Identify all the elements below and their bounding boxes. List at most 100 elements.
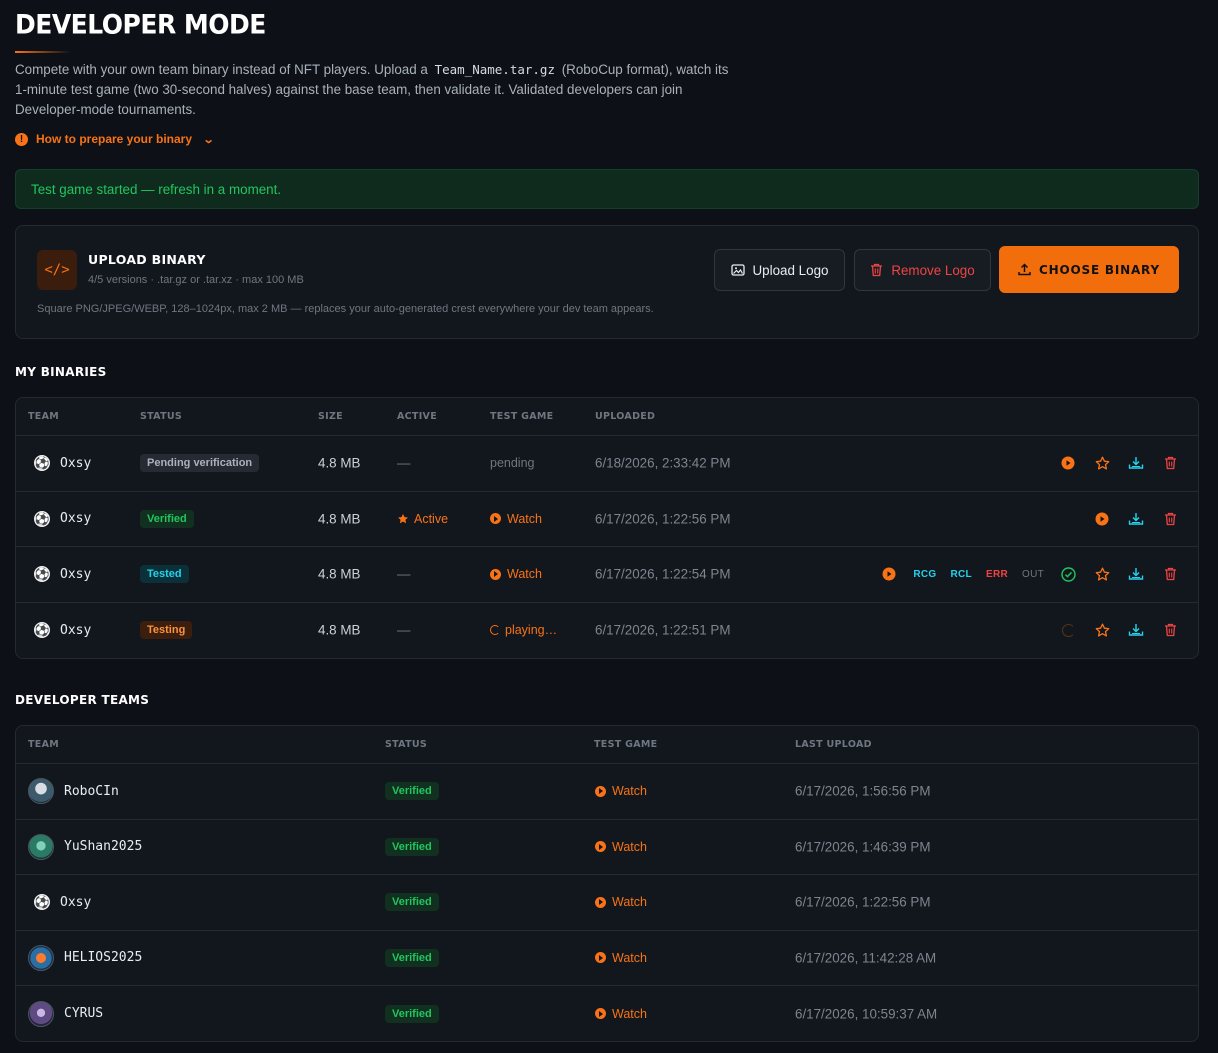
- play-circle-icon: [882, 567, 896, 581]
- playing-label: playing…: [505, 623, 558, 638]
- upload-logo-hint: Square PNG/JPEG/WEBP, 128–1024px, max 2 …: [37, 303, 654, 315]
- rcg-log-link[interactable]: RCG: [913, 569, 936, 580]
- last-upload-cell: 6/17/2026, 10:59:37 AM: [795, 1006, 938, 1022]
- team-name: Oxsy: [60, 566, 92, 582]
- status-cell: Testing: [140, 621, 193, 640]
- check-circle-icon: [1060, 567, 1076, 582]
- download-icon: [1128, 457, 1144, 469]
- set-active-button[interactable]: [1092, 620, 1112, 640]
- set-active-button[interactable]: [1092, 453, 1112, 473]
- watch-label: Watch: [507, 567, 542, 582]
- play-icon: [490, 568, 501, 580]
- row-actions: [1058, 453, 1180, 473]
- last-upload-cell: 6/17/2026, 1:46:39 PM: [795, 839, 931, 855]
- test-game-cell: pending: [490, 456, 535, 471]
- my-binaries-table: TEAM STATUS SIZE ACTIVE TEST GAME UPLOAD…: [15, 397, 1199, 659]
- my-binaries-title: MY BINARIES: [15, 365, 107, 379]
- watch-link[interactable]: Watch: [595, 951, 647, 965]
- watch-link[interactable]: Watch: [595, 784, 647, 798]
- col-team: TEAM: [28, 411, 59, 422]
- download-icon: [1128, 624, 1144, 636]
- status-cell: Verified: [385, 1004, 439, 1023]
- status-cell: Verified: [140, 509, 194, 528]
- robocin-crest-icon: [28, 778, 54, 805]
- spinner-icon: [490, 625, 500, 636]
- active-cell: Active: [397, 512, 448, 526]
- rcl-log-link[interactable]: RCL: [951, 569, 972, 580]
- play-icon: [595, 896, 606, 908]
- play-circle-icon: [1095, 512, 1109, 526]
- team-cell: ⚽ Oxsy: [34, 510, 91, 527]
- col-uploaded: UPLOADED: [595, 411, 656, 422]
- remove-logo-button[interactable]: Remove Logo: [854, 249, 991, 291]
- banner-message: Test game started — refresh in a moment.: [31, 181, 282, 197]
- col-test-game: TEST GAME: [594, 739, 658, 750]
- watch-link[interactable]: Watch: [490, 512, 542, 526]
- status-badge: Verified: [385, 782, 439, 801]
- watch-label: Watch: [612, 1006, 647, 1021]
- watch-link[interactable]: Watch: [595, 895, 647, 909]
- test-game-cell: playing…: [490, 623, 557, 637]
- run-test-button[interactable]: [1092, 509, 1112, 529]
- row-actions: [1058, 620, 1180, 640]
- watch-link[interactable]: Watch: [595, 1007, 647, 1021]
- status-cell: Tested: [140, 565, 189, 584]
- uploaded-cell: 6/17/2026, 1:22:51 PM: [595, 622, 731, 638]
- intro-text: Compete with your own team binary instea…: [15, 60, 735, 120]
- table-row: RoboCIn Verified Watch 6/17/2026, 1:56:5…: [16, 764, 1198, 820]
- download-button[interactable]: [1126, 509, 1146, 529]
- out-log-link[interactable]: OUT: [1022, 569, 1044, 580]
- table-row: ⚽ Oxsy Testing 4.8 MB — playing… 6/17/20…: [16, 603, 1198, 659]
- intro-part-1: Compete with your own team binary instea…: [15, 62, 428, 77]
- team-name: CYRUS: [64, 1006, 104, 1022]
- remove-logo-label: Remove Logo: [891, 262, 975, 278]
- success-banner: Test game started — refresh in a moment.: [15, 169, 1199, 209]
- delete-button[interactable]: [1160, 509, 1180, 529]
- col-last-upload: LAST UPLOAD: [795, 739, 872, 750]
- run-test-button[interactable]: [879, 564, 899, 584]
- choose-binary-button[interactable]: CHOOSE BINARY: [999, 246, 1179, 293]
- status-cell: Pending verification: [140, 454, 260, 473]
- run-test-button[interactable]: [1058, 453, 1078, 473]
- watch-link[interactable]: Watch: [490, 567, 542, 581]
- status-badge: Verified: [385, 893, 439, 912]
- col-size: SIZE: [318, 411, 343, 422]
- watch-label: Watch: [612, 784, 647, 799]
- delete-button[interactable]: [1160, 564, 1180, 584]
- set-active-button[interactable]: [1092, 564, 1112, 584]
- validate-button[interactable]: [1058, 564, 1078, 584]
- table-row: ⚽ Oxsy Tested 4.8 MB — Watch 6/17/2026, …: [16, 547, 1198, 603]
- delete-button[interactable]: [1160, 620, 1180, 640]
- yushan-crest-icon: [28, 833, 54, 860]
- table-row: ⚽ Oxsy Pending verification 4.8 MB — pen…: [16, 436, 1198, 492]
- intro-filename-code: Team_Name.tar.gz: [434, 62, 555, 77]
- delete-button[interactable]: [1160, 453, 1180, 473]
- row-actions: [1092, 509, 1180, 529]
- status-cell: Verified: [385, 782, 439, 801]
- team-cell: CYRUS: [28, 1000, 104, 1027]
- last-upload-cell: 6/17/2026, 1:56:56 PM: [795, 783, 931, 799]
- play-circle-icon: [1061, 456, 1075, 470]
- table-row: HELIOS2025 Verified Watch 6/17/2026, 11:…: [16, 931, 1198, 986]
- loading-indicator: [1058, 620, 1078, 640]
- upload-title: UPLOAD BINARY: [88, 252, 206, 267]
- soccer-ball-icon: ⚽: [34, 622, 50, 639]
- how-to-prepare-toggle[interactable]: ! How to prepare your binary ⌄: [15, 132, 215, 146]
- developer-teams-title: DEVELOPER TEAMS: [15, 693, 150, 707]
- info-icon: !: [15, 132, 28, 146]
- watch-link[interactable]: Watch: [595, 840, 647, 854]
- download-button[interactable]: [1126, 564, 1146, 584]
- table-row: ⚽ Oxsy Verified Watch 6/17/2026, 1:22:56…: [16, 875, 1198, 931]
- table-row: ⚽ Oxsy Verified 4.8 MB Active Watch 6/17…: [16, 492, 1198, 547]
- col-status: STATUS: [140, 411, 183, 422]
- code-icon: </>: [37, 250, 77, 290]
- status-cell: Verified: [385, 948, 439, 967]
- status-badge: Tested: [140, 565, 189, 584]
- err-log-link[interactable]: ERR: [986, 569, 1008, 580]
- upload-logo-button[interactable]: Upload Logo: [714, 249, 845, 291]
- team-name: HELIOS2025: [64, 950, 143, 966]
- table-header: TEAM STATUS TEST GAME LAST UPLOAD: [16, 726, 1198, 764]
- download-button[interactable]: [1126, 453, 1146, 473]
- download-button[interactable]: [1126, 620, 1146, 640]
- last-upload-cell: 6/17/2026, 11:42:28 AM: [795, 950, 937, 966]
